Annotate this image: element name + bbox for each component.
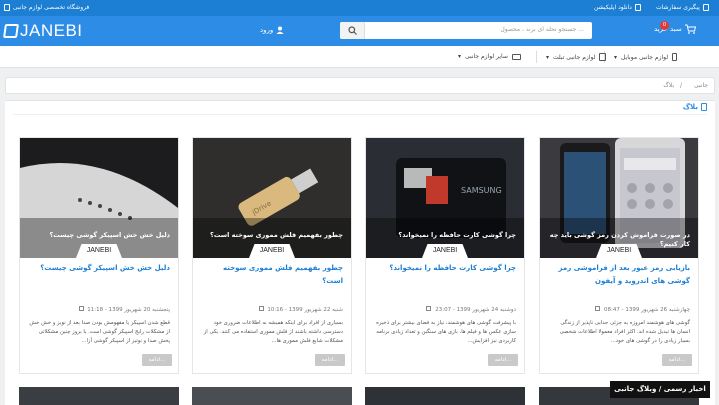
phone-speaker-image bbox=[20, 138, 178, 258]
card-date: شنبه 22 شهریور 1399 - 10:16 bbox=[267, 307, 343, 313]
tablet-icon bbox=[599, 53, 607, 61]
top-bar: فروشگاه تخصصی لوازم جانبی دانلود اپلیکیش… bbox=[0, 0, 719, 16]
card-image-next[interactable] bbox=[365, 387, 525, 405]
order-tracking-link[interactable]: پیگیری سفارشات bbox=[656, 4, 709, 11]
card-meta: پنجشنبه 20 شهریور 1399 - 11:18 bbox=[28, 306, 170, 313]
order-tracking-label: پیگیری سفارشات bbox=[656, 4, 700, 11]
nav-item-mobile[interactable]: ▾ لوازم جانبی موبایل bbox=[614, 53, 678, 61]
header: JANEBI ورود جستجو نحله ای برند ، محصول .… bbox=[0, 16, 719, 46]
breadcrumb-home[interactable]: جانبی bbox=[694, 82, 708, 89]
card-excerpt: قطع شدن اسپیکر یا مفهومش بودن صدا بعد از… bbox=[29, 320, 170, 344]
breadcrumb-separator: / bbox=[679, 82, 682, 89]
breadcrumb-current: بلاگ bbox=[663, 82, 674, 89]
calendar-icon bbox=[258, 306, 264, 311]
blog-card: در صورت فراموش کردن رمز گوشی باید چه کار… bbox=[539, 137, 699, 374]
card-image-next[interactable] bbox=[19, 387, 179, 405]
blog-card: دلیل خش خش اسپیکر گوشی چیست؟ JANEBI دلیل… bbox=[19, 137, 179, 374]
nav-item-tablet[interactable]: ▾ لوازم جانبی تبلت bbox=[546, 53, 607, 61]
login-link[interactable]: ورود bbox=[260, 26, 284, 34]
card-caption: چرا گوشی کارت حافظه را نمیخواند؟ bbox=[398, 231, 516, 239]
search-box: جستجو نحله ای برند ، محصول ... bbox=[340, 22, 592, 39]
card-brand-tag: JANEBI bbox=[76, 244, 122, 258]
nav-item-label: لوازم جانبی تبلت bbox=[553, 53, 596, 61]
logo-mark-icon bbox=[3, 24, 19, 38]
tracking-icon bbox=[702, 4, 709, 11]
read-more-button[interactable]: ادامه... bbox=[142, 354, 172, 366]
nav-divider bbox=[536, 51, 537, 63]
card-image-next[interactable] bbox=[192, 387, 352, 405]
nav-item-other[interactable]: ▾ سایر لوازم جانبی bbox=[458, 53, 521, 60]
card-image[interactable]: SAMSUNG bbox=[366, 138, 524, 258]
login-label: ورود bbox=[260, 26, 274, 34]
card-image[interactable]: jDrive bbox=[193, 138, 351, 258]
store-title-text: فروشگاه تخصصی لوازم جانبی bbox=[13, 4, 90, 11]
logo[interactable]: JANEBI bbox=[3, 21, 83, 41]
card-title-link[interactable]: دلیل خش خش اسپیکر گوشی چیست؟ bbox=[28, 262, 170, 275]
card-image[interactable] bbox=[20, 138, 178, 258]
section-title-text: بلاگ bbox=[682, 103, 698, 111]
section-divider bbox=[13, 114, 707, 115]
card-excerpt: گوشی های هوشمند امروزه به جزئی جدایی ناپ… bbox=[559, 320, 690, 344]
card-brand-tag: JANEBI bbox=[422, 244, 468, 258]
blog-card: SAMSUNG چرا گوشی کارت حافظه را نمیخواند؟… bbox=[365, 137, 525, 374]
svg-text:SAMSUNG: SAMSUNG bbox=[461, 186, 502, 195]
card-title-link[interactable]: چطور بفهمیم فلش مموری سوخته است؟ bbox=[201, 262, 343, 288]
card-date: چهارشنبه 26 شهریور 1399 - 08:47 bbox=[604, 307, 690, 313]
chevron-down-icon: ▾ bbox=[458, 53, 462, 60]
search-input[interactable]: جستجو نحله ای برند ، محصول ... bbox=[500, 26, 584, 33]
search-icon bbox=[348, 26, 357, 35]
cart-icon bbox=[684, 24, 696, 34]
card-meta: چهارشنبه 26 شهریور 1399 - 08:47 bbox=[548, 306, 690, 313]
card-meta: دوشنبه 24 شهریور 1399 - 23:07 bbox=[374, 306, 516, 313]
devices-icon bbox=[511, 53, 521, 60]
card-excerpt: بسیاری از افراد برای اینکه همیشه به اطلا… bbox=[203, 320, 343, 344]
store-title: فروشگاه تخصصی لوازم جانبی bbox=[4, 4, 89, 11]
card-brand-tag: JANEBI bbox=[596, 244, 642, 258]
nav-item-label: سایر لوازم جانبی bbox=[465, 53, 508, 60]
user-icon bbox=[276, 26, 284, 34]
card-excerpt: با پیشرفت گوشی های هوشمند، نیاز به فضای … bbox=[376, 320, 516, 344]
blog-card: jDrive چطور بفهمیم فلش مموری سوخته است؟ … bbox=[192, 137, 352, 374]
phone-icon bbox=[634, 4, 641, 11]
breadcrumb: جانبی / بلاگ bbox=[5, 77, 715, 94]
search-button[interactable] bbox=[340, 22, 365, 39]
card-brand-tag: JANEBI bbox=[249, 244, 295, 258]
chevron-down-icon: ▾ bbox=[546, 53, 550, 61]
card-title-link[interactable]: بازیابی رمز عبور بعد از فراموشی رمز گوشی… bbox=[548, 262, 690, 288]
store-icon bbox=[4, 4, 10, 11]
download-app-label: دانلود اپلیکیشن bbox=[594, 4, 632, 11]
card-caption: دلیل خش خش اسپیکر گوشی چیست؟ bbox=[49, 231, 170, 239]
card-caption: چطور بفهمیم فلش مموری سوخته است؟ bbox=[210, 231, 343, 239]
calendar-icon bbox=[426, 306, 432, 311]
usb-flash-image: jDrive bbox=[193, 138, 351, 258]
mobile-icon bbox=[672, 53, 678, 61]
read-more-button[interactable]: ادامه... bbox=[488, 354, 518, 366]
card-title-link[interactable]: چرا گوشی کارت حافظه را نمیخواند؟ bbox=[374, 262, 516, 275]
calendar-icon bbox=[78, 306, 84, 311]
cart-count-badge: 0 bbox=[660, 21, 669, 30]
read-more-button[interactable]: ادامه... bbox=[662, 354, 692, 366]
nav-item-label: لوازم جانبی موبایل bbox=[621, 53, 669, 61]
card-date: پنجشنبه 20 شهریور 1399 - 11:18 bbox=[87, 307, 170, 313]
card-meta: شنبه 22 شهریور 1399 - 10:16 bbox=[201, 306, 343, 313]
memory-card-image: SAMSUNG bbox=[366, 138, 524, 258]
card-date: دوشنبه 24 شهریور 1399 - 23:07 bbox=[435, 307, 516, 313]
section-title: بلاگ bbox=[683, 103, 707, 111]
download-app-link[interactable]: دانلود اپلیکیشن bbox=[594, 4, 641, 11]
category-nav: ▾ لوازم جانبی موبایل ▾ لوازم جانبی تبلت … bbox=[0, 46, 719, 68]
calendar-icon bbox=[595, 306, 601, 311]
watermark-label: اخبار رسمی / وبلاگ جانبی bbox=[610, 381, 710, 398]
read-more-button[interactable]: ادامه... bbox=[315, 354, 345, 366]
logo-text: JANEBI bbox=[20, 21, 83, 40]
chevron-down-icon: ▾ bbox=[614, 53, 618, 61]
blog-icon bbox=[701, 103, 707, 111]
cart-button[interactable]: سبد خرید 0 bbox=[654, 21, 696, 34]
